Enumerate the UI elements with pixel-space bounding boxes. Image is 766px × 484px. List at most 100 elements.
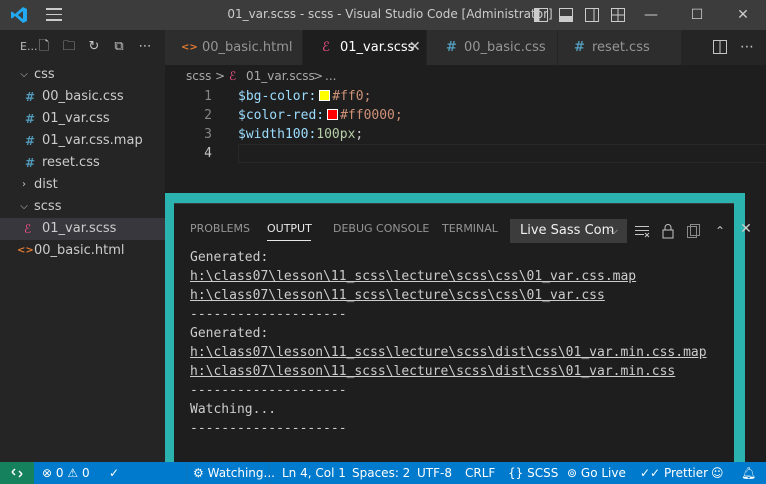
tab-output[interactable]: OUTPUT: [267, 222, 312, 235]
more-actions-icon[interactable]: ⋯: [137, 39, 153, 55]
output-line: Watching...: [190, 402, 277, 417]
output-link[interactable]: h:\class07\lesson\11_scss\lecture\scss\c…: [190, 267, 636, 286]
split-editor-icon[interactable]: [712, 39, 728, 55]
chevron-right-icon: ›: [22, 179, 26, 190]
output-separator: --------------------: [190, 307, 347, 322]
maximize-button[interactable]: ☐: [674, 0, 720, 30]
editor-tab-bar: <> 00_basic.html ℰ 01_var.scss ✕ # 00_ba…: [165, 30, 766, 65]
feedback-icon[interactable]: ☺: [711, 462, 724, 484]
language-mode[interactable]: {} SCSS: [508, 462, 558, 484]
menu-icon[interactable]: [46, 8, 62, 22]
tree-folder-css[interactable]: ⌵ css: [0, 64, 165, 86]
line-number: 4: [204, 146, 212, 161]
tab-00-basic-html[interactable]: <> 00_basic.html: [165, 30, 303, 65]
close-window-button[interactable]: ✕: [720, 0, 766, 30]
encoding-status[interactable]: UTF-8: [417, 462, 452, 484]
tree-label: 01_var.scss: [42, 221, 117, 236]
tree-file[interactable]: # 00_basic.css: [0, 86, 165, 108]
output-link[interactable]: h:\class07\lesson\11_scss\lecture\scss\d…: [190, 343, 707, 362]
more-actions-icon[interactable]: ⋯: [739, 39, 755, 55]
breadcrumb-folder[interactable]: scss: [186, 65, 211, 87]
close-panel-icon[interactable]: ✕: [739, 222, 753, 236]
scss-variable: $color-red:: [238, 108, 325, 123]
warning-icon: ⚠: [67, 466, 79, 480]
tree-file-selected[interactable]: ℰ 01_var.scss: [0, 218, 165, 240]
close-icon[interactable]: ✕: [409, 30, 421, 65]
chevron-down-icon: ⌵: [20, 201, 28, 212]
output-separator: --------------------: [190, 383, 347, 398]
chevron-down-icon: ⌵: [609, 224, 618, 237]
new-file-icon[interactable]: 🗋: [36, 39, 52, 55]
open-output-in-editor-icon[interactable]: [685, 223, 701, 239]
customize-layout-icon[interactable]: [610, 7, 626, 23]
window-title: 01_var.scss - scss - Visual Studio Code …: [227, 7, 553, 21]
prettier-status[interactable]: ✓✓ Prettier: [640, 462, 708, 484]
code-editor[interactable]: 1 $bg-color: #ff0; 2 $color-red: #ff0000; …: [165, 87, 766, 197]
tab-reset-css[interactable]: # reset.css: [558, 30, 682, 65]
css-icon: #: [574, 40, 585, 55]
tab-01-var-scss[interactable]: ℰ 01_var.scss ✕: [303, 30, 427, 65]
toggle-panel-icon[interactable]: [558, 7, 574, 23]
problems-status[interactable]: ⊗ 0 ⚠ 0: [42, 462, 90, 484]
tree-label: reset.css: [42, 155, 100, 170]
check-status-icon[interactable]: ✓: [109, 462, 119, 484]
explorer-sidebar: E... 🗋 🗀 ↻ ⧉ ⋯ ⌵ css # 00_basic.css # 01…: [0, 30, 165, 462]
line-number: 1: [204, 89, 212, 104]
tree-label: scss: [34, 199, 62, 214]
color-swatch[interactable]: [319, 90, 331, 101]
indentation-status[interactable]: Spaces: 2: [352, 462, 410, 484]
breadcrumb-file[interactable]: 01_var.scss: [246, 65, 315, 87]
tab-label: 00_basic.css: [464, 40, 546, 55]
breadcrumb-symbols[interactable]: ...: [325, 65, 336, 87]
output-link[interactable]: h:\class07\lesson\11_scss\lecture\scss\d…: [190, 362, 675, 381]
tab-debug-console[interactable]: DEBUG CONSOLE: [333, 222, 429, 235]
eol-status[interactable]: CRLF: [465, 462, 495, 484]
new-folder-icon[interactable]: 🗀: [61, 39, 77, 55]
tree-file[interactable]: <> 00_basic.html: [0, 240, 165, 262]
prettier-label: Prettier: [663, 466, 709, 480]
css-icon: #: [446, 40, 457, 55]
error-count: 0: [55, 466, 64, 480]
toggle-secondary-sidebar-icon[interactable]: [584, 7, 600, 23]
color-value: #ff0;: [332, 89, 372, 104]
language-label: SCSS: [527, 466, 559, 480]
tree-folder-dist[interactable]: › dist: [0, 174, 165, 196]
watching-label: Watching...: [207, 466, 275, 480]
output-line: Generated:: [190, 250, 269, 265]
tab-00-basic-css[interactable]: # 00_basic.css: [427, 30, 558, 65]
color-swatch[interactable]: [327, 109, 339, 120]
breadcrumb-separator: >: [313, 69, 324, 83]
lock-icon[interactable]: [660, 223, 676, 239]
go-live-button[interactable]: ⊚ Go Live: [567, 462, 626, 484]
collapse-all-icon[interactable]: ⧉: [111, 39, 127, 55]
output-link[interactable]: h:\class07\lesson\11_scss\lecture\scss\c…: [190, 286, 605, 305]
output-channel-select[interactable]: Live Sass Com ⌵: [510, 219, 627, 243]
tree-file[interactable]: # reset.css: [0, 152, 165, 174]
scss-variable: $width100:: [238, 127, 317, 142]
chevron-up-icon[interactable]: ⌃: [712, 223, 728, 239]
braces-icon: {}: [508, 466, 524, 480]
code-line: 1 $bg-color: #ff0;: [165, 87, 766, 106]
refresh-icon[interactable]: ↻: [86, 39, 102, 55]
tree-folder-scss[interactable]: ⌵ scss: [0, 196, 165, 218]
minimize-button[interactable]: —: [628, 0, 674, 30]
number-value: 100px: [316, 127, 356, 142]
cursor-position[interactable]: Ln 4, Col 1: [282, 462, 346, 484]
toggle-primary-sidebar-icon[interactable]: [533, 7, 549, 23]
tree-file[interactable]: # 01_var.css.map: [0, 130, 165, 152]
semicolon: ;: [355, 127, 364, 142]
sass-watching-status[interactable]: ⚙ Watching...: [186, 462, 275, 484]
sass-icon: ℰ: [229, 69, 237, 83]
notifications-bell-icon[interactable]: 🔔︎: [741, 462, 756, 484]
tab-label: 00_basic.html: [202, 40, 293, 55]
css-file-icon: #: [25, 134, 36, 148]
tab-problems[interactable]: PROBLEMS: [190, 222, 250, 235]
sass-icon: ℰ: [322, 40, 330, 55]
clear-output-icon[interactable]: [634, 223, 650, 239]
tab-terminal[interactable]: TERMINAL: [442, 222, 498, 235]
breadcrumb: scss > ℰ 01_var.scss > ...: [165, 65, 766, 87]
tree-file[interactable]: # 01_var.css: [0, 108, 165, 130]
status-bar: ⊗ 0 ⚠ 0 ✓ ⚙ Watching... Ln 4, Col 1 Spac…: [0, 462, 766, 484]
remote-indicator[interactable]: [0, 462, 34, 484]
line-number: 2: [204, 108, 212, 123]
